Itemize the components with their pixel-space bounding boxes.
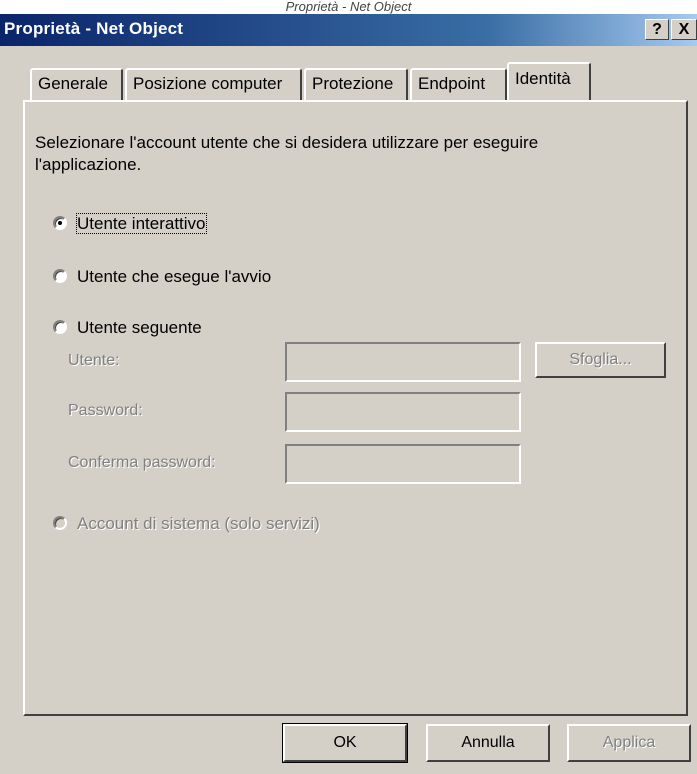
help-button[interactable]: ? bbox=[645, 19, 669, 40]
cancel-button[interactable]: Annulla bbox=[426, 724, 550, 762]
ok-button[interactable]: OK bbox=[282, 723, 408, 763]
confirm-password-field[interactable] bbox=[285, 444, 521, 484]
radio-launching-user[interactable]: Utente che esegue l'avvio bbox=[53, 266, 271, 288]
radio-button-checked[interactable] bbox=[53, 216, 67, 230]
confirm-password-label: Conferma password: bbox=[68, 454, 216, 471]
top-caption: Proprietà - Net Object bbox=[285, 0, 412, 14]
radio-button-disabled[interactable] bbox=[53, 516, 67, 530]
user-label: Utente: bbox=[68, 352, 120, 369]
identity-panel: Selezionare l'account utente che si desi… bbox=[23, 100, 688, 716]
window-title: Proprietà - Net Object bbox=[4, 19, 184, 38]
title-bar: Proprietà - Net Object ? X bbox=[0, 14, 697, 46]
radio-specific-user[interactable]: Utente seguente bbox=[53, 317, 202, 339]
apply-button[interactable]: Applica bbox=[567, 724, 691, 762]
radio-system-label: Account di sistema (solo servizi) bbox=[77, 514, 320, 533]
tab-generale[interactable]: Generale bbox=[30, 68, 123, 100]
description-text: Selezionare l'account utente che si desi… bbox=[35, 133, 539, 174]
close-button[interactable]: X bbox=[671, 19, 697, 40]
radio-button[interactable] bbox=[53, 269, 67, 283]
properties-dialog: Proprietà - Net Object ? X Generale Posi… bbox=[0, 14, 697, 774]
user-field[interactable] bbox=[285, 342, 521, 382]
radio-specific-label: Utente seguente bbox=[77, 318, 202, 337]
radio-system-account[interactable]: Account di sistema (solo servizi) bbox=[53, 513, 320, 535]
tab-identita[interactable]: Identità bbox=[507, 62, 591, 100]
tab-protezione[interactable]: Protezione bbox=[304, 68, 408, 100]
radio-launching-label: Utente che esegue l'avvio bbox=[77, 267, 272, 286]
tab-endpoint[interactable]: Endpoint bbox=[410, 68, 507, 100]
tab-posizione-computer[interactable]: Posizione computer bbox=[125, 68, 302, 100]
radio-interactive-user[interactable]: Utente interattivo bbox=[53, 213, 207, 235]
radio-button[interactable] bbox=[53, 320, 67, 334]
password-field[interactable] bbox=[285, 392, 521, 432]
password-label: Password: bbox=[68, 402, 143, 419]
browse-button[interactable]: Sfoglia... bbox=[535, 342, 666, 378]
radio-interactive-label: Utente interattivo bbox=[76, 213, 207, 234]
